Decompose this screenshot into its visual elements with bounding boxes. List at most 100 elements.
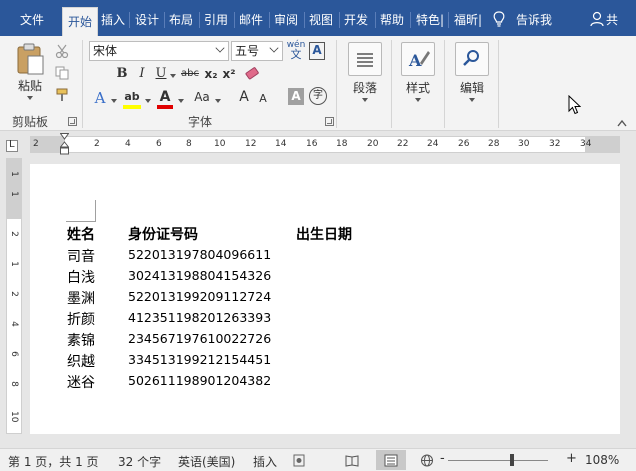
tab-developer[interactable]: 开发 [341,6,371,36]
chevron-down-icon [362,98,368,102]
format-painter-icon[interactable] [55,88,71,102]
chevron-down-icon[interactable] [111,99,117,103]
paragraph-icon [348,42,382,76]
chevron-down-icon[interactable] [178,99,184,103]
ruler-label: 2 [9,291,19,297]
word-count[interactable]: 32 个字 [118,453,161,470]
print-layout-button[interactable] [376,450,406,470]
grow-font-button[interactable]: A [236,87,252,107]
tab-references[interactable]: 引用 [201,6,231,36]
editing-button[interactable]: 编辑 [452,42,492,102]
tell-me-search[interactable]: 告诉我 [516,6,564,36]
web-layout-icon[interactable] [420,454,434,467]
chevron-down-icon[interactable] [145,99,151,103]
ruler-label: 6 [9,351,19,357]
vertical-ruler[interactable]: 1 1 2 1 2 4 6 8 10 [6,158,22,434]
header-birthdate: 出生日期 [296,227,352,243]
text-effects-button[interactable]: A [92,88,108,108]
copy-icon[interactable] [55,66,69,80]
ruler-label: 26 [458,139,470,149]
tab-insert[interactable]: 插入 [98,6,128,36]
ruler-label: 1 [9,191,19,197]
tab-layout[interactable]: 布局 [166,6,196,36]
tab-separator [339,12,340,28]
group-separator [498,40,499,128]
tab-mailings[interactable]: 邮件 [236,6,266,36]
tab-separator [375,12,376,28]
collapse-ribbon-icon[interactable] [616,118,628,128]
ruler-label: 32 [549,139,561,149]
tab-view[interactable]: 视图 [306,6,336,36]
ruler-label: 2 [9,231,19,237]
clear-formatting-icon[interactable] [244,66,260,82]
tab-file[interactable]: 文件 [6,6,58,36]
zoom-out-button[interactable]: - [440,451,445,466]
chevron-down-icon[interactable] [27,96,33,100]
highlight-swatch [123,105,141,109]
underline-button[interactable]: U [154,64,168,84]
tab-home[interactable]: 开始 [62,7,98,36]
macro-record-icon[interactable] [293,454,305,467]
language-indicator[interactable]: 英语(美国) [178,453,235,470]
ribbon-tab-bar: 文件 开始 插入 设计 布局 引用 邮件 审阅 视图 开发 帮助 特色| 福昕|… [0,0,636,36]
strikethrough-button[interactable]: abc [178,64,202,84]
highlight-button[interactable]: ab [122,87,142,109]
read-mode-icon[interactable] [345,454,359,467]
row-id: 502611198901204382 [128,373,272,388]
paste-button[interactable]: 粘贴 [10,42,50,100]
character-border-button[interactable]: A [309,42,325,60]
insert-mode[interactable]: 插入 [253,453,277,470]
tab-foxit[interactable]: 福昕| [450,6,486,36]
font-color-button[interactable]: A [156,87,174,109]
italic-button[interactable]: I [134,64,150,84]
ribbon-home: 粘贴 剪贴板 宋体 五号 wén 文 A B I U abc x₂ x² A a… [0,36,636,131]
font-color-swatch [157,105,173,109]
chevron-down-icon[interactable] [215,99,221,103]
document-page[interactable]: 姓名 身份证号码 出生日期 司音 522013197804096611 白浅 3… [30,164,620,434]
header-name: 姓名 [67,227,95,243]
zoom-slider[interactable] [448,460,548,461]
tab-separator [304,12,305,28]
subscript-button[interactable]: x₂ [203,64,219,84]
tab-help[interactable]: 帮助 [377,6,407,36]
share-button[interactable]: 共 [606,6,636,36]
zoom-slider-thumb[interactable] [510,454,514,466]
change-case-button[interactable]: Aa [190,87,214,107]
phonetic-guide-button[interactable]: wén 文 [286,40,306,60]
shrink-font-button[interactable]: A [256,89,270,109]
tab-featured[interactable]: 特色| [412,6,448,36]
superscript-button[interactable]: x² [221,64,237,84]
cut-icon[interactable] [55,44,69,58]
enclose-characters-button[interactable]: 字 [309,87,327,105]
ruler-label: 16 [306,139,318,149]
user-icon[interactable] [590,11,604,27]
chevron-down-icon [415,98,421,102]
search-icon [455,42,489,76]
font-name-select[interactable]: 宋体 [89,41,229,61]
zoom-in-button[interactable]: + [566,451,577,466]
bold-button[interactable]: B [114,64,130,84]
tab-review[interactable]: 审阅 [271,6,301,36]
highlight-label: ab [124,90,140,103]
tab-selector-icon[interactable] [6,139,18,152]
indent-marker-icon[interactable] [60,133,69,155]
horizontal-ruler[interactable]: 2 2 4 6 8 10 12 14 16 18 20 22 24 26 28 … [30,136,620,153]
lightbulb-icon[interactable] [492,11,506,27]
ruler-label: 6 [156,139,162,149]
page-count[interactable]: 第 1 页，共 1 页 [8,453,99,470]
tab-design[interactable]: 设计 [132,6,162,36]
styles-button[interactable]: A 样式 [398,42,438,102]
ruler-label: 34 [580,139,592,149]
ruler-label: 4 [125,139,131,149]
paragraph-button[interactable]: 段落 [345,42,385,102]
chevron-down-icon [469,98,475,102]
clipboard-launcher-icon[interactable] [68,117,77,126]
ruler-label: 20 [367,139,379,149]
font-size-select[interactable]: 五号 [231,41,283,61]
mouse-cursor-icon [568,95,581,115]
character-shading-button[interactable]: A [288,88,304,105]
chevron-down-icon[interactable] [170,74,176,78]
zoom-level[interactable]: 108% [585,453,619,467]
group-separator [82,40,83,128]
font-launcher-icon[interactable] [325,117,334,126]
